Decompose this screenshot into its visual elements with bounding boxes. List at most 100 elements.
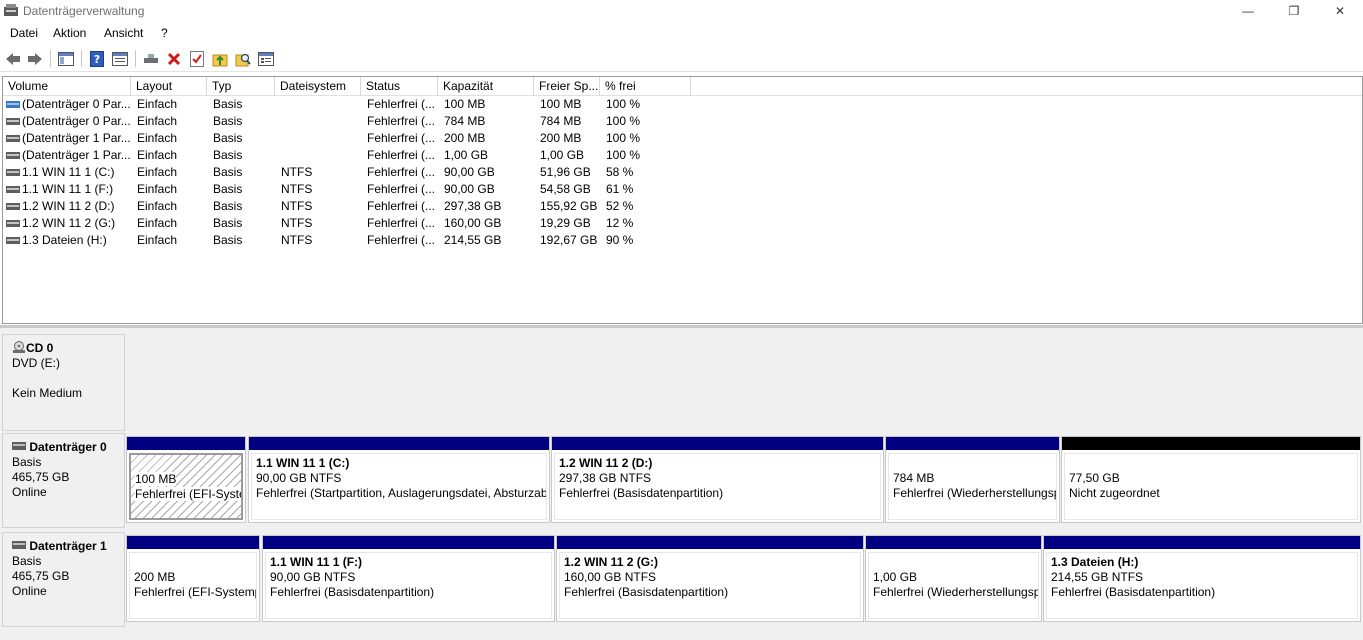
help-icon[interactable]: ? xyxy=(88,50,106,68)
restore-icon: ❐ xyxy=(1288,4,1300,18)
menu-ansicht[interactable]: Ansicht xyxy=(104,26,143,40)
cell-status: Fehlerfrei (... xyxy=(367,165,436,179)
partition-size: 297,38 GB NTFS xyxy=(559,471,652,485)
cell-prozent-frei: 12 % xyxy=(606,216,634,230)
cell-dateisystem: NTFS xyxy=(281,165,313,179)
disk1-partitions: 200 MB Fehlerfrei (EFI-Systempartition) … xyxy=(126,535,1363,625)
cell-status: Fehlerfrei (... xyxy=(367,216,436,230)
partition-disk1-h[interactable]: 1.3 Dateien (H:) 214,55 GB NTFS Fehlerfr… xyxy=(1043,535,1361,622)
window-title: Datenträgerverwaltung xyxy=(23,4,145,18)
cell-prozent-frei: 58 % xyxy=(606,165,634,179)
search-folder-icon[interactable] xyxy=(234,50,252,68)
disk-map: CD 0 DVD (E:) Kein Medium Datenträger 0 … xyxy=(0,328,1363,640)
column-header-freier-speicher[interactable]: Freier Sp... xyxy=(534,77,600,96)
table-row[interactable]: 1.1 WIN 11 1 (C:) Einfach Basis NTFS Fehlerf… xyxy=(3,164,1362,181)
table-row[interactable]: (Datenträger 1 Par... Einfach Basis Fehlerf… xyxy=(3,130,1362,147)
show-hide-console-tree-icon[interactable] xyxy=(57,50,75,68)
cell-kapazitaet: 297,38 GB xyxy=(444,199,502,213)
folder-up-icon[interactable] xyxy=(211,50,229,68)
disk-name: CD 0 xyxy=(26,341,54,355)
partition-disk0-efi[interactable]: 100 MB Fehlerfrei (EFI-Systempartition) xyxy=(126,436,246,523)
partition-bar xyxy=(1062,437,1360,450)
partition-body: 1.2 WIN 11 2 (D:) 297,38 GB NTFS Fehlerf… xyxy=(554,453,881,520)
check-icon[interactable] xyxy=(188,50,206,68)
toolbar: ? xyxy=(0,45,1363,72)
partition-disk0-recovery[interactable]: 784 MB Fehlerfrei (Wiederherstellungspar… xyxy=(885,436,1060,523)
partition-disk0-d[interactable]: 1.2 WIN 11 2 (D:) 297,38 GB NTFS Fehlerf… xyxy=(551,436,884,523)
disk-management-app-icon xyxy=(4,4,18,16)
partition-size: 90,00 GB NTFS xyxy=(270,570,356,584)
hard-disk-icon xyxy=(12,442,26,450)
partition-disk0-unallocated[interactable]: 77,50 GB Nicht zugeordnet xyxy=(1061,436,1361,523)
disk-label-disk1[interactable]: Datenträger 1 Basis 465,75 GB Online xyxy=(2,532,125,627)
back-icon[interactable] xyxy=(4,50,22,68)
cell-status: Fehlerfrei (... xyxy=(367,114,436,128)
cell-status: Fehlerfrei (... xyxy=(367,182,436,196)
disk-label-disk0[interactable]: Datenträger 0 Basis 465,75 GB Online xyxy=(2,433,125,528)
disk-media-status: Kein Medium xyxy=(12,386,83,400)
column-header-status[interactable]: Status xyxy=(361,77,438,96)
cell-prozent-frei: 61 % xyxy=(606,182,634,196)
partition-disk0-c[interactable]: 1.1 WIN 11 1 (C:) 90,00 GB NTFS Fehlerfr… xyxy=(248,436,550,523)
partition-disk1-g[interactable]: 1.2 WIN 11 2 (G:) 160,00 GB NTFS Fehlerf… xyxy=(556,535,864,622)
partition-size: 214,55 GB NTFS xyxy=(1051,570,1144,584)
volume-icon xyxy=(6,203,20,210)
partition-bar xyxy=(1044,536,1360,549)
menu-help[interactable]: ? xyxy=(161,26,168,40)
column-header-typ[interactable]: Typ xyxy=(207,77,275,96)
partition-size: 784 MB xyxy=(893,471,935,485)
cell-status: Fehlerfrei (... xyxy=(367,97,436,111)
cell-typ: Basis xyxy=(213,199,243,213)
table-row[interactable]: 1.2 WIN 11 2 (G:) Einfach Basis NTFS Fehlerf… xyxy=(3,215,1362,232)
toolbar-separator xyxy=(135,50,136,67)
cell-kapazitaet: 214,55 GB xyxy=(444,233,502,247)
cell-prozent-frei: 100 % xyxy=(606,97,641,111)
minimize-button[interactable]: — xyxy=(1225,0,1271,22)
list-icon[interactable] xyxy=(257,50,275,68)
column-header-layout[interactable]: Layout xyxy=(131,77,207,96)
minimize-icon: — xyxy=(1242,4,1254,18)
partition-status: Fehlerfrei (Startpartition, Auslagerungs… xyxy=(256,486,547,500)
partition-disk1-recovery[interactable]: 1,00 GB Fehlerfrei (Wiederherstellungspa… xyxy=(865,535,1042,622)
table-row[interactable]: (Datenträger 1 Par... Einfach Basis Fehlerf… xyxy=(3,147,1362,164)
table-row[interactable]: (Datenträger 0 Par... Einfach Basis Fehlerf… xyxy=(3,113,1362,130)
partition-disk1-f[interactable]: 1.1 WIN 11 1 (F:) 90,00 GB NTFS Fehlerfr… xyxy=(262,535,555,622)
cd0-empty-area xyxy=(126,334,1363,430)
cell-volume: 1.2 WIN 11 2 (G:) xyxy=(22,216,116,230)
partition-body: 77,50 GB Nicht zugeordnet xyxy=(1064,453,1358,520)
column-header-volume[interactable]: Volume xyxy=(3,77,131,96)
column-header-kapazitaet[interactable]: Kapazität xyxy=(438,77,534,96)
partition-status: Fehlerfrei (Basisdatenpartition) xyxy=(1051,585,1216,599)
table-row[interactable]: 1.3 Dateien (H:) Einfach Basis NTFS Fehlerfr… xyxy=(3,232,1362,249)
partition-disk1-efi[interactable]: 200 MB Fehlerfrei (EFI-Systempartition) xyxy=(126,535,260,622)
delete-icon[interactable] xyxy=(165,50,183,68)
cell-dateisystem: NTFS xyxy=(281,216,313,230)
column-header-dateisystem[interactable]: Dateisystem xyxy=(275,77,361,96)
properties-icon[interactable] xyxy=(111,50,129,68)
cell-volume: 1.1 WIN 11 1 (F:) xyxy=(22,182,114,196)
menu-datei[interactable]: Datei xyxy=(10,26,38,40)
cell-freier-speicher: 100 MB xyxy=(540,97,582,111)
cell-freier-speicher: 192,67 GB xyxy=(540,233,598,247)
table-row[interactable]: (Datenträger 0 Par... Einfach Basis Fehlerf… xyxy=(3,96,1362,113)
partition-bar xyxy=(249,437,549,450)
volume-list[interactable]: Volume Layout Typ Dateisystem Status Kap… xyxy=(2,76,1363,324)
partition-name: 1.2 WIN 11 2 (D:) xyxy=(559,456,653,470)
table-row[interactable]: 1.2 WIN 11 2 (D:) Einfach Basis NTFS Fehlerf… xyxy=(3,198,1362,215)
disk-label-cd0[interactable]: CD 0 DVD (E:) Kein Medium xyxy=(2,334,125,431)
menu-aktion[interactable]: Aktion xyxy=(53,26,86,40)
cell-volume: (Datenträger 0 Par... xyxy=(22,97,131,111)
toolbar-separator xyxy=(81,50,82,67)
table-row[interactable]: 1.1 WIN 11 1 (F:) Einfach Basis NTFS Fehlerf… xyxy=(3,181,1362,198)
svg-text:?: ? xyxy=(94,53,100,66)
volume-icon xyxy=(6,152,20,159)
column-header-prozent-frei[interactable]: % frei xyxy=(600,77,691,96)
close-button[interactable]: ✕ xyxy=(1317,0,1363,22)
forward-icon[interactable] xyxy=(26,50,44,68)
maximize-button[interactable]: ❐ xyxy=(1271,0,1317,22)
efi-volume-icon xyxy=(6,101,20,108)
volume-icon xyxy=(6,237,20,244)
partition-body: 1.3 Dateien (H:) 214,55 GB NTFS Fehlerfr… xyxy=(1046,552,1358,619)
connect-icon[interactable] xyxy=(142,50,160,68)
cell-freier-speicher: 19,29 GB xyxy=(540,216,591,230)
